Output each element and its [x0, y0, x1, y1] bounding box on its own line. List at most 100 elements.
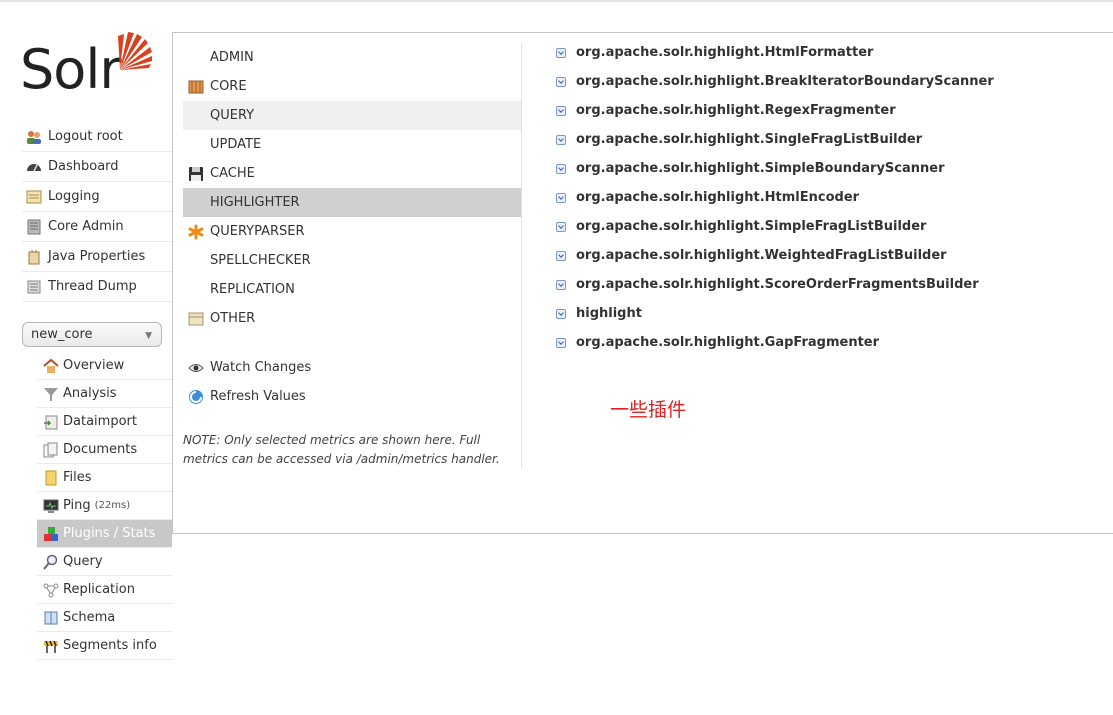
expand-icon — [556, 279, 566, 290]
actions: Watch Changes Refresh Values — [183, 353, 311, 411]
thread-icon — [27, 280, 41, 293]
nav-thread-dump[interactable]: Thread Dump — [22, 272, 172, 302]
box-icon — [188, 312, 204, 325]
core-nav-schema[interactable]: Schema — [37, 604, 172, 632]
logging-icon — [26, 190, 42, 203]
core-nav-analysis-label: Analysis — [63, 386, 117, 401]
refresh-values-label: Refresh Values — [210, 389, 306, 404]
plugin-item[interactable]: org.apache.solr.highlight.SimpleBoundary… — [556, 154, 994, 183]
main-nav: Logout root Dashboard Logging Core Admin… — [22, 122, 172, 302]
barrier-icon — [44, 640, 58, 653]
book-icon — [44, 611, 58, 624]
nav-java-properties[interactable]: Java Properties — [22, 242, 172, 272]
category-cache[interactable]: CACHE — [183, 159, 521, 188]
core-nav-ping[interactable]: Ping (22ms) — [37, 492, 172, 520]
category-admin[interactable]: ADMIN — [183, 43, 521, 72]
plugin-item[interactable]: org.apache.solr.highlight.RegexFragmente… — [556, 96, 994, 125]
nav-logout-label: Logout root — [48, 129, 123, 144]
core-nav-query-label: Query — [63, 554, 103, 569]
core-nav-analysis[interactable]: Analysis — [37, 380, 172, 408]
ping-time: (22ms) — [94, 500, 131, 511]
nav-dashboard[interactable]: Dashboard — [22, 152, 172, 182]
dashboard-icon — [27, 163, 41, 171]
users-icon — [27, 130, 41, 144]
category-query[interactable]: QUERY — [183, 101, 521, 130]
category-update[interactable]: UPDATE — [183, 130, 521, 159]
core-nav-query[interactable]: Query — [37, 548, 172, 576]
magnifier-icon — [43, 554, 58, 570]
core-nav-overview[interactable]: Overview — [37, 352, 172, 380]
category-core[interactable]: CORE — [183, 72, 521, 101]
core-icon — [188, 80, 204, 93]
nav-dashboard-label: Dashboard — [48, 159, 119, 174]
nav-core-admin-label: Core Admin — [48, 219, 124, 234]
nav-java-properties-label: Java Properties — [48, 249, 146, 264]
expand-icon — [556, 308, 566, 319]
core-nav-overview-label: Overview — [63, 358, 125, 373]
core-selector-value: new_core — [31, 327, 93, 342]
plugin-name: org.apache.solr.highlight.SimpleBoundary… — [576, 161, 945, 176]
top-rule — [0, 0, 1113, 2]
core-nav-replication-label: Replication — [63, 582, 135, 597]
refresh-values-button[interactable]: Refresh Values — [183, 382, 311, 411]
category-update-label: UPDATE — [210, 137, 262, 152]
core-nav-documents[interactable]: Documents — [37, 436, 172, 464]
plugin-item[interactable]: org.apache.solr.highlight.ScoreOrderFrag… — [556, 270, 994, 299]
nav-logging[interactable]: Logging — [22, 182, 172, 212]
funnel-icon — [44, 387, 58, 401]
plugin-name: org.apache.solr.highlight.SingleFragList… — [576, 132, 923, 147]
plugin-list: org.apache.solr.highlight.HtmlFormatter … — [556, 38, 994, 357]
plugin-item[interactable]: org.apache.solr.highlight.SingleFragList… — [556, 125, 994, 154]
plugin-name: highlight — [576, 306, 642, 321]
category-other[interactable]: OTHER — [183, 304, 521, 333]
expand-icon — [556, 337, 566, 348]
core-nav-dataimport[interactable]: Dataimport — [37, 408, 172, 436]
expand-icon — [556, 250, 566, 261]
blank-icon — [188, 50, 204, 66]
core-nav-files[interactable]: Files — [37, 464, 172, 492]
plugin-item[interactable]: org.apache.solr.highlight.WeightedFragLi… — [556, 241, 994, 270]
plugin-item[interactable]: org.apache.solr.highlight.GapFragmenter — [556, 328, 994, 357]
expand-icon — [556, 221, 566, 232]
refresh-icon — [189, 389, 203, 404]
nav-logout[interactable]: Logout root — [22, 122, 172, 152]
blank-icon — [188, 253, 204, 269]
plugin-item[interactable]: org.apache.solr.highlight.HtmlFormatter — [556, 38, 994, 67]
nav-core-admin[interactable]: Core Admin — [22, 212, 172, 242]
core-nav: Overview Analysis Dataimport Documents F… — [37, 352, 172, 660]
plugin-item[interactable]: org.apache.solr.highlight.SimpleFragList… — [556, 212, 994, 241]
category-highlighter[interactable]: HIGHLIGHTER — [183, 188, 521, 217]
replication-icon — [43, 583, 59, 597]
floppy-icon — [189, 166, 203, 181]
category-cache-label: CACHE — [210, 166, 255, 181]
plugin-item[interactable]: highlight — [556, 299, 994, 328]
category-spellchecker[interactable]: SPELLCHECKER — [183, 246, 521, 275]
home-icon — [43, 358, 59, 373]
plugin-name: org.apache.solr.highlight.WeightedFragLi… — [576, 248, 947, 263]
core-nav-segments-info[interactable]: Segments info — [37, 632, 172, 660]
expand-icon — [556, 76, 566, 87]
solr-logo[interactable]: Solr — [20, 30, 155, 100]
category-highlighter-label: HIGHLIGHTER — [210, 195, 300, 210]
plugin-name: org.apache.solr.highlight.HtmlEncoder — [576, 190, 860, 205]
core-admin-icon — [27, 219, 41, 234]
blank-icon — [188, 195, 204, 211]
nav-thread-dump-label: Thread Dump — [48, 279, 137, 294]
category-core-label: CORE — [210, 79, 247, 94]
core-nav-plugins-stats[interactable]: Plugins / Stats — [37, 520, 172, 548]
blank-icon — [188, 137, 204, 153]
category-other-label: OTHER — [210, 311, 256, 326]
annotation-text: 一些插件 — [610, 399, 687, 421]
core-selector[interactable]: new_core ▼ — [22, 322, 162, 347]
metrics-note: NOTE: Only selected metrics are shown he… — [183, 433, 500, 466]
expand-icon — [556, 105, 566, 116]
category-replication[interactable]: REPLICATION — [183, 275, 521, 304]
plugin-item[interactable]: org.apache.solr.highlight.BreakIteratorB… — [556, 67, 994, 96]
core-nav-files-label: Files — [63, 470, 92, 485]
column-divider — [521, 43, 522, 468]
plugin-item[interactable]: org.apache.solr.highlight.HtmlEncoder — [556, 183, 994, 212]
core-nav-replication[interactable]: Replication — [37, 576, 172, 604]
watch-changes-button[interactable]: Watch Changes — [183, 353, 311, 382]
eye-icon — [188, 363, 204, 372]
category-queryparser[interactable]: QUERYPARSER — [183, 217, 521, 246]
